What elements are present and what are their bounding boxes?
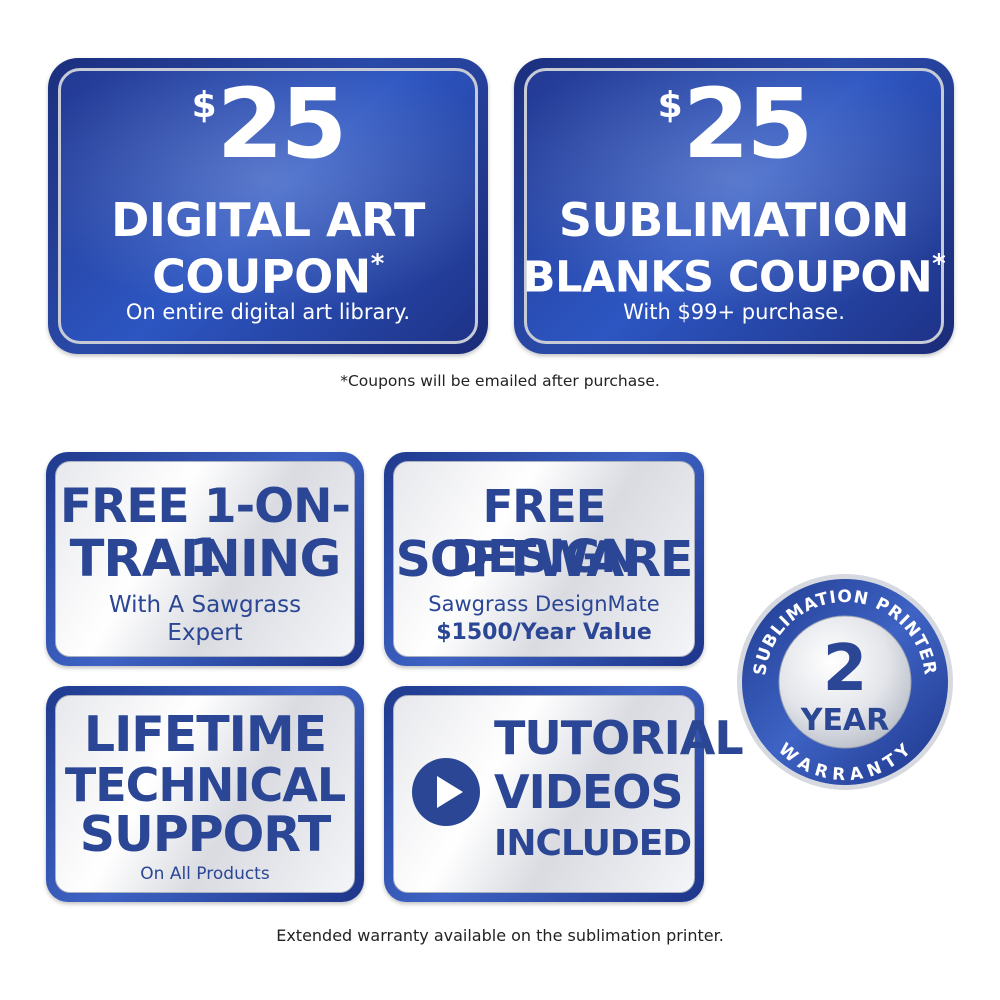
coupon-subtitle: With $99+ purchase. [623,300,845,324]
card-subtitle-line2: $1500/Year Value [436,620,652,645]
card-title-line2: TECHNICAL [64,758,346,812]
coupon-title-line2: COUPON* [48,244,488,300]
coupon-subtitle: On entire digital art library. [125,300,411,324]
warranty-seal: SUBLIMATION PRINTER WARRANTY 2 YEAR [737,574,953,790]
lifetime-support-card: LIFETIME TECHNICAL SUPPORT On All Produc… [46,686,364,902]
coupon-title-line1: SUBLIMATION [558,193,910,247]
sublimation-blanks-coupon: $25 SUBLIMATION BLANKS COUPON* With $99+… [514,58,954,354]
coupon-title-text: COUPON [152,249,371,304]
card-title-line3: INCLUDED [494,823,692,864]
card-face: TUTORIAL VIDEOS INCLUDED [393,695,744,893]
seal-number: 2 [823,632,868,706]
free-training-card: FREE 1-ON-1 TRAINING With A Sawgrass Exp… [46,452,364,666]
coupon-title-text: BLANKS COUPON [522,252,933,303]
card-subtitle-line1: On All Products [140,864,270,884]
card-face: FREE 1-ON-1 TRAINING With A Sawgrass Exp… [55,461,355,657]
seal-year: YEAR [800,703,890,738]
card-subtitle-line1: With A Sawgrass [108,592,302,618]
coupon-dollar-sign: $ [657,85,683,126]
coupon-note: *Coupons will be emailed after purchase. [340,372,660,390]
card-subtitle-line2: Expert [167,620,243,646]
card-title-line2: TRAINING [69,530,342,589]
coupon-amount: $25 [48,76,488,172]
footer-note: Extended warranty available on the subli… [276,926,724,945]
play-icon [412,758,480,826]
coupon-amount: $25 [514,76,954,172]
tutorial-videos-card: TUTORIAL VIDEOS INCLUDED [384,686,744,902]
card-title-line1: TUTORIAL [494,711,744,765]
coupon-amount-value: 25 [216,68,348,180]
coupon-asterisk: * [370,249,385,279]
coupon-amount-value: 25 [682,68,814,180]
digital-art-coupon: $25 DIGITAL ART COUPON* On entire digita… [48,58,488,354]
card-face: LIFETIME TECHNICAL SUPPORT On All Produc… [55,695,355,893]
coupon-title-line2: BLANKS COUPON* [514,244,954,301]
coupon-title-line1: DIGITAL ART [111,193,425,247]
card-title-line2: SOFTWARE [395,531,694,588]
card-title-line2: VIDEOS [494,765,684,819]
coupon-asterisk: * [932,249,946,279]
card-subtitle-line1: Sawgrass DesignMate [428,592,660,616]
card-title-line1: LIFETIME [83,706,327,763]
coupon-dollar-sign: $ [191,85,217,126]
card-title-line3: SUPPORT [79,806,332,863]
free-design-software-card: FREE DESIGN SOFTWARE Sawgrass DesignMate… [384,452,704,666]
card-face: FREE DESIGN SOFTWARE Sawgrass DesignMate… [393,461,695,657]
